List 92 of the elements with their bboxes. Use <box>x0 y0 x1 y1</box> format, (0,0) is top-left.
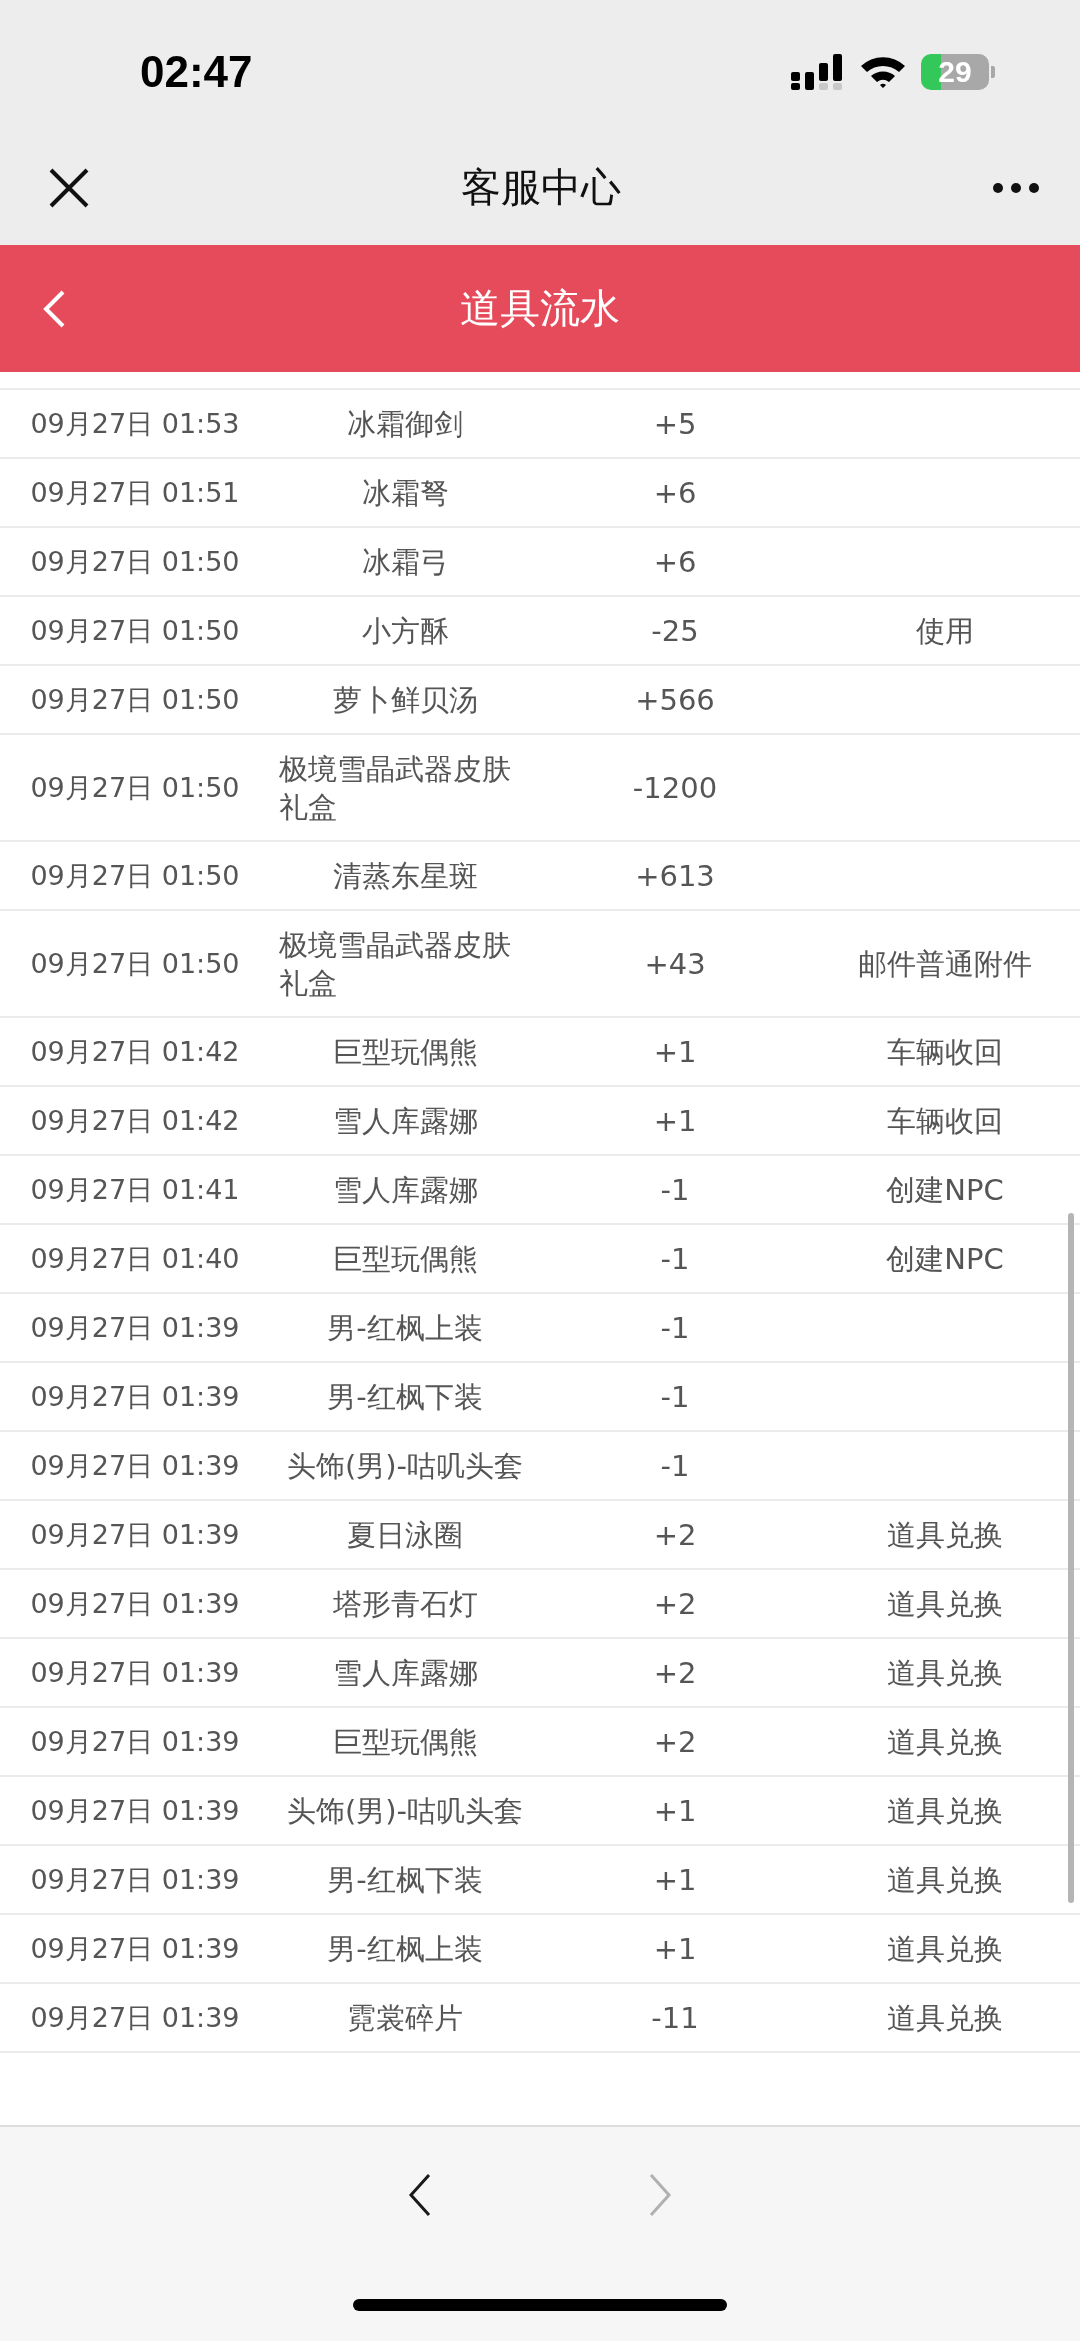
amount-cell-text: +1 <box>653 1930 697 1968</box>
amount-cell-text: +1 <box>653 1102 697 1140</box>
source-cell-text: 道具兑换 <box>887 1861 1003 1899</box>
more-icon[interactable] <box>992 181 1040 194</box>
time-cell-text: 09月27日 01:39 <box>30 1655 240 1690</box>
time-cell-text: 09月27日 01:39 <box>30 1379 240 1414</box>
source-cell-text: 车辆收回 <box>887 1102 1003 1140</box>
time-cell-text: 09月27日 01:53 <box>30 406 240 441</box>
item-cell-text: 夏日泳圈 <box>347 1516 463 1554</box>
item-cell-text: 雪人库露娜 <box>332 1654 478 1692</box>
time-cell-text: 09月27日 01:50 <box>30 946 240 981</box>
source-cell-text: 道具兑换 <box>887 1585 1003 1623</box>
window-title: 客服中心 <box>461 163 621 212</box>
item-cell-text: 头饰(男)-咕叽头套 <box>286 1792 524 1830</box>
amount-cell-text: +1 <box>653 1792 697 1830</box>
time-cell-text: 09月27日 01:39 <box>30 1586 240 1621</box>
time-cell-text: 09月27日 01:39 <box>30 1310 240 1345</box>
close-icon[interactable] <box>48 166 90 209</box>
source-cell-text: 创建NPC <box>886 1171 1004 1209</box>
source-cell-text: 创建NPC <box>886 1240 1004 1278</box>
source-cell-text: 道具兑换 <box>887 1792 1003 1830</box>
amount-cell-text: -1 <box>660 1240 690 1278</box>
time-cell-text: 09月27日 01:50 <box>30 682 240 717</box>
amount-cell-text: -1 <box>660 1309 690 1347</box>
back-icon[interactable] <box>42 289 66 329</box>
time-cell-text: 09月27日 01:39 <box>30 2000 240 2035</box>
time-cell-text: 09月27日 01:42 <box>30 1034 240 1069</box>
amount-cell-text: +6 <box>653 543 697 581</box>
amount-cell-text: -1 <box>660 1447 690 1485</box>
item-cell-text: 巨型玩偶熊 <box>332 1240 478 1278</box>
amount-cell-text: +2 <box>653 1516 697 1554</box>
time-cell-text: 09月27日 01:39 <box>30 1724 240 1759</box>
time-cell-text: 09月27日 01:41 <box>30 1172 240 1207</box>
item-cell-text: 冰霜弩 <box>361 474 449 512</box>
time-cell-text: 09月27日 01:42 <box>30 1103 240 1138</box>
item-cell-text: 男-红枫上装 <box>327 1309 483 1347</box>
amount-cell-text: +2 <box>653 1723 697 1761</box>
item-cell-text: 萝卜鲜贝汤 <box>332 681 478 719</box>
page-title: 道具流水 <box>460 284 620 333</box>
source-cell-text: 邮件普通附件 <box>858 945 1032 983</box>
amount-cell-text: +2 <box>653 1585 697 1623</box>
item-cell-text: 极境雪晶武器皮肤礼盒 <box>279 750 512 826</box>
time-cell-text: 09月27日 01:50 <box>30 613 240 648</box>
item-cell-text: 冰霜御剑 <box>347 405 463 443</box>
amount-cell-text: -1 <box>660 1171 690 1209</box>
time-cell-text: 09月27日 01:50 <box>30 858 240 893</box>
amount-cell-text: +1 <box>653 1861 697 1899</box>
source-cell-text: 道具兑换 <box>887 1723 1003 1761</box>
source-cell-text: 使用 <box>916 612 974 650</box>
item-cell-text: 巨型玩偶熊 <box>332 1723 478 1761</box>
time-cell-text: 09月27日 01:50 <box>30 770 240 805</box>
source-cell-text: 道具兑换 <box>887 1516 1003 1554</box>
item-cell-text: 巨型玩偶熊 <box>332 1033 478 1071</box>
source-cell-text: 车辆收回 <box>887 1033 1003 1071</box>
amount-cell-text: +2 <box>653 1654 697 1692</box>
amount-cell-text: +1 <box>653 1033 697 1071</box>
time-cell-text: 09月27日 01:39 <box>30 1862 240 1897</box>
time-cell-text: 09月27日 01:39 <box>30 1793 240 1828</box>
source-cell-text: 道具兑换 <box>887 1654 1003 1692</box>
amount-cell-text: +5 <box>653 405 697 443</box>
amount-cell-text: +613 <box>635 857 715 895</box>
time-cell-text: 09月27日 01:50 <box>30 544 240 579</box>
item-cell-text: 雪人库露娜 <box>332 1102 478 1140</box>
source-cell-text: 道具兑换 <box>887 1930 1003 1968</box>
amount-cell-text: -11 <box>651 1999 699 2037</box>
amount-cell-text: +566 <box>635 681 715 719</box>
time-cell-text: 09月27日 01:39 <box>30 1448 240 1483</box>
item-cell-text: 冰霜弓 <box>361 543 449 581</box>
item-cell-text: 雪人库露娜 <box>332 1171 478 1209</box>
signal-icon <box>791 54 845 90</box>
item-cell-text: 头饰(男)-咕叽头套 <box>286 1447 524 1485</box>
wifi-icon <box>859 54 907 90</box>
item-cell-text: 塔形青石灯 <box>332 1585 478 1623</box>
amount-cell-text: +43 <box>644 945 706 983</box>
clock: 02:47 <box>140 46 254 97</box>
amount-cell-text: +6 <box>653 474 697 512</box>
scrollbar[interactable] <box>1068 1213 1074 1903</box>
amount-cell-text: -25 <box>651 612 699 650</box>
source-cell-text: 道具兑换 <box>887 1999 1003 2037</box>
item-cell-text: 男-红枫上装 <box>327 1930 483 1968</box>
amount-cell-text: -1200 <box>632 769 718 807</box>
item-cell-text: 霓裳碎片 <box>347 1999 463 2037</box>
item-cell-text: 男-红枫下装 <box>327 1378 483 1416</box>
time-cell-text: 09月27日 01:39 <box>30 1931 240 1966</box>
item-cell-text: 小方酥 <box>361 612 449 650</box>
item-cell-text: 极境雪晶武器皮肤礼盒 <box>279 926 512 1002</box>
time-cell-text: 09月27日 01:39 <box>30 1517 240 1552</box>
item-cell-text: 男-红枫下装 <box>327 1861 483 1899</box>
amount-cell-text: -1 <box>660 1378 690 1416</box>
item-cell-text: 清蒸东星斑 <box>332 857 478 895</box>
time-cell-text: 09月27日 01:40 <box>30 1241 240 1276</box>
time-cell-text: 09月27日 01:51 <box>30 475 240 510</box>
